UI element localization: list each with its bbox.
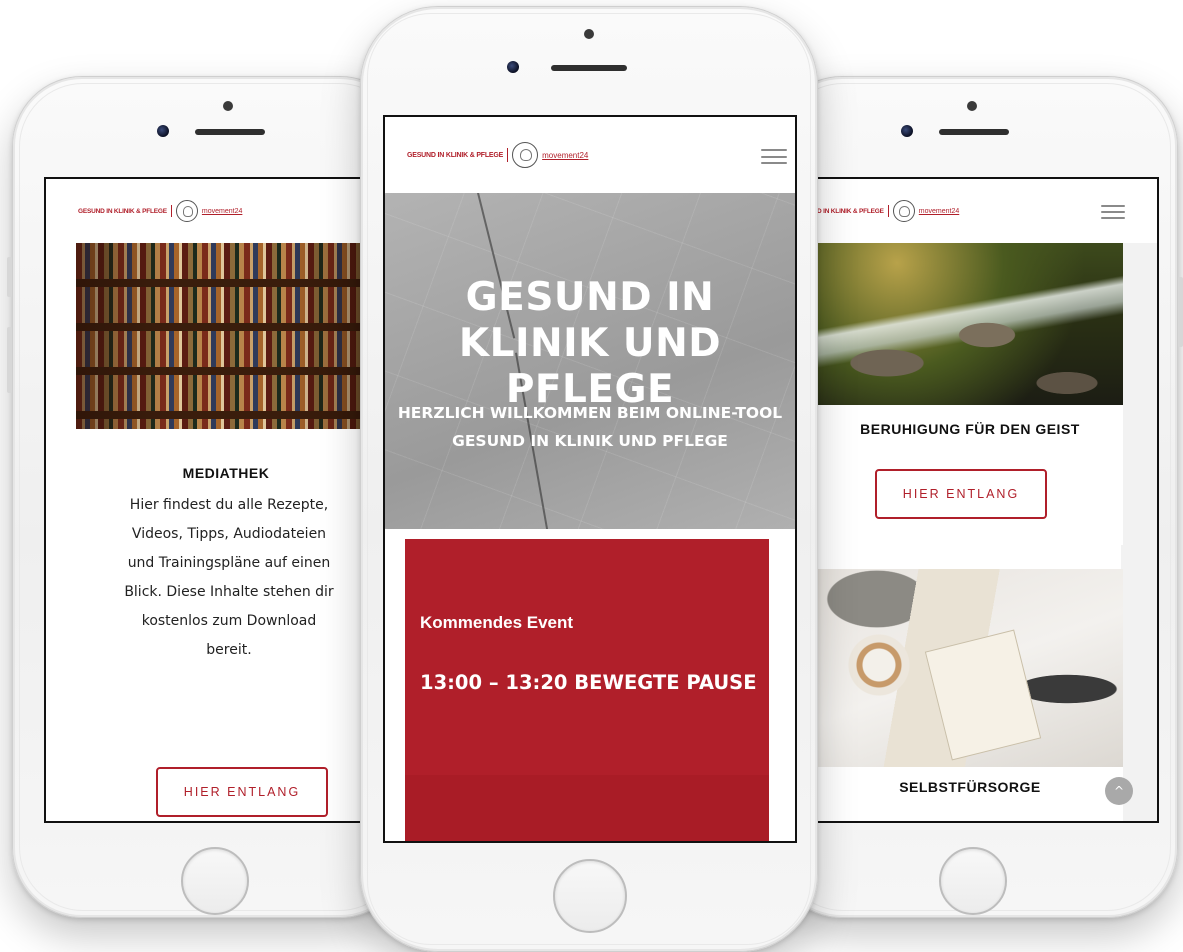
logo-mark-icon: [892, 200, 915, 222]
screen-home: GESUND IN KLINIK & PFLEGE movement24 GES…: [383, 115, 797, 843]
hero-banner: GESUND IN KLINIK UND PFLEGE HERZLICH WIL…: [385, 193, 795, 529]
site-header: GESUND IN KLINIK & PFLEGE movement24: [46, 179, 374, 243]
hero-subtitle: HERZLICH WILLKOMMEN BEIM ONLINE-TOOL GES…: [397, 404, 783, 450]
screen-overview: D IN KLINIK & PFLEGE movement24 BERUHIGU…: [817, 177, 1159, 823]
hamburger-menu-icon[interactable]: [1101, 205, 1125, 219]
scroll-to-top-icon[interactable]: ^: [1105, 777, 1133, 805]
logo-divider: [507, 148, 509, 162]
home-button[interactable]: [939, 847, 1007, 915]
front-camera: [157, 125, 169, 137]
logo-text: GESUND IN KLINIK & PFLEGE: [78, 207, 167, 215]
phone-left: GESUND IN KLINIK & PFLEGE movement24 MED…: [7, 76, 410, 918]
hier-entlang-button[interactable]: HIER ENTLANG: [875, 469, 1047, 519]
site-logo[interactable]: GESUND IN KLINIK & PFLEGE movement24: [407, 142, 588, 168]
logo-divider: [170, 205, 172, 217]
front-camera: [901, 125, 913, 137]
site-header: GESUND IN KLINIK & PFLEGE movement24: [385, 117, 795, 193]
logo-partner: movement24: [918, 207, 960, 215]
forest-stream-image: [817, 243, 1123, 405]
mediathek-card: MEDIATHEK Hier findest du alle Rezepte, …: [76, 429, 374, 821]
card-title: BERUHIGUNG FÜR DEN GEIST: [860, 421, 1080, 437]
site-logo[interactable]: GESUND IN KLINIK & PFLEGE movement24: [78, 200, 242, 222]
site-header: D IN KLINIK & PFLEGE movement24: [817, 179, 1157, 243]
logo-partner: movement24: [201, 207, 243, 215]
proximity-sensor: [223, 101, 233, 111]
bookshelf-image: [76, 243, 374, 429]
card-description: Hier findest du alle Rezepte, Videos, Ti…: [124, 497, 334, 658]
hamburger-menu-icon[interactable]: [761, 149, 787, 164]
logo-mark-icon: [512, 142, 539, 168]
screen-mediathek: GESUND IN KLINIK & PFLEGE movement24 MED…: [44, 177, 374, 823]
event-title: 13:00 – 13:20 BEWEGTE PAUSE: [420, 671, 757, 694]
proximity-sensor: [584, 29, 594, 39]
front-camera: [507, 61, 519, 73]
event-footer-band: [405, 775, 769, 841]
beruhigung-card: BERUHIGUNG FÜR DEN GEIST HIER ENTLANG: [817, 405, 1123, 545]
side-button: [1178, 277, 1183, 347]
hier-entlang-button[interactable]: HIER ENTLANG: [156, 767, 328, 817]
phone-center: GESUND IN KLINIK & PFLEGE movement24 GES…: [360, 6, 818, 952]
phone-right: D IN KLINIK & PFLEGE movement24 BERUHIGU…: [772, 76, 1183, 918]
card-title: MEDIATHEK: [182, 465, 270, 481]
home-button[interactable]: [181, 847, 249, 915]
home-button[interactable]: [553, 859, 627, 933]
reading-coffee-image: [817, 569, 1123, 767]
logo-text: D IN KLINIK & PFLEGE: [817, 207, 884, 215]
side-button: [7, 327, 12, 393]
earpiece-speaker: [195, 129, 265, 135]
page-background: [1121, 243, 1157, 821]
hero-title: GESUND IN KLINIK UND PFLEGE: [458, 275, 722, 412]
upcoming-event-box[interactable]: Kommendes Event 13:00 – 13:20 BEWEGTE PA…: [405, 539, 769, 841]
event-label: Kommendes Event: [420, 613, 574, 632]
selbstfuersorge-card: SELBSTFÜRSORGE: [817, 767, 1123, 821]
site-logo[interactable]: D IN KLINIK & PFLEGE movement24: [817, 200, 959, 222]
earpiece-speaker: [551, 65, 627, 71]
logo-mark-icon: [175, 200, 198, 222]
earpiece-speaker: [939, 129, 1009, 135]
logo-partner: movement24: [542, 150, 589, 160]
proximity-sensor: [967, 101, 977, 111]
logo-text: GESUND IN KLINIK & PFLEGE: [407, 151, 504, 159]
side-button: [7, 257, 12, 297]
logo-divider: [887, 205, 889, 217]
card-title: SELBSTFÜRSORGE: [899, 779, 1041, 795]
